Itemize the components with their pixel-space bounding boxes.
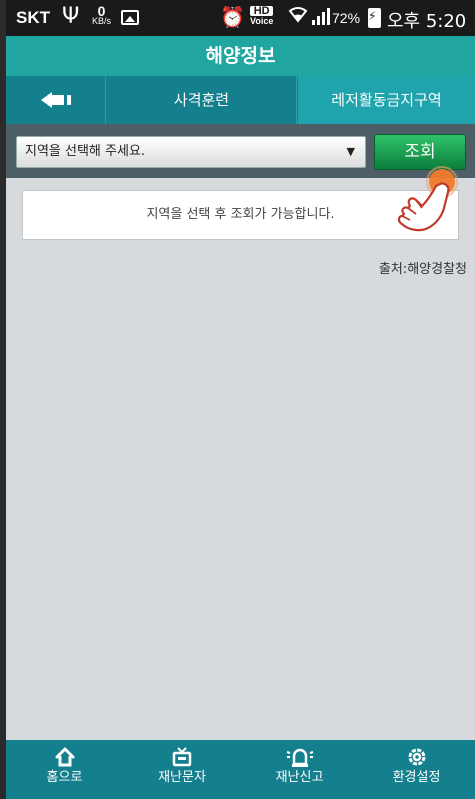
nav-settings-label: 환경설정 <box>392 770 441 785</box>
source-label: 출처:해양경찰청 <box>378 262 467 277</box>
voice-label: Voice <box>250 16 274 26</box>
dropdown-arrow-icon: ▼ <box>346 145 355 158</box>
data-rate-value: 0 <box>97 3 106 19</box>
nav-home-label: 홈으로 <box>46 770 83 785</box>
tab-bar: 사격훈련 레저활동금지구역 <box>6 76 475 124</box>
carrier-label: SKT <box>16 8 50 27</box>
nav-settings[interactable]: 환경설정 <box>358 740 475 799</box>
hd-label: HD <box>250 6 274 17</box>
nav-disaster-message-label: 재난문자 <box>158 770 206 785</box>
nav-disaster-message[interactable]: 재난문자 <box>123 740 241 799</box>
tab-shooting-training[interactable]: 사격훈련 <box>107 76 297 124</box>
image-icon <box>121 10 139 25</box>
nav-disaster-report[interactable]: 재난신고 <box>241 740 358 799</box>
gear-icon <box>358 740 475 770</box>
home-icon <box>6 740 123 770</box>
tap-hand-icon <box>386 162 466 238</box>
data-rate-unit: KB/s <box>92 16 112 26</box>
nav-home[interactable]: 홈으로 <box>6 740 123 799</box>
wifi-icon <box>288 4 308 29</box>
signal-icon <box>311 6 331 31</box>
data-rate-indicator: 0 KB/s <box>92 3 112 26</box>
battery-icon <box>368 8 381 28</box>
alarm-icon: ⏰ <box>220 5 245 29</box>
tab-leisure-restricted-zone[interactable]: 레저활동금지구역 <box>298 76 475 124</box>
hd-voice-indicator: HD Voice <box>250 6 274 26</box>
bottom-nav: 홈으로 재난문자 재난신고 환경설정 <box>6 740 475 799</box>
siren-icon <box>241 740 358 770</box>
battery-percent: 72% <box>332 10 361 26</box>
region-select[interactable]: 지역을 선택해 주세요. ▼ <box>16 136 366 168</box>
usb-icon: Ψ <box>62 4 80 29</box>
back-button[interactable] <box>6 76 106 124</box>
app-frame: SKT Ψ 0 KB/s ⏰ HD Voice 72% 오후 5:20 해양정보… <box>0 0 475 799</box>
tv-icon <box>123 740 241 770</box>
status-bar: SKT Ψ 0 KB/s ⏰ HD Voice 72% 오후 5:20 <box>6 0 475 36</box>
region-select-value: 지역을 선택해 주세요. <box>25 144 146 159</box>
page-title: 해양정보 <box>6 36 475 76</box>
status-clock: 오후 5:20 <box>387 11 467 32</box>
nav-disaster-report-label: 재난신고 <box>275 770 324 785</box>
